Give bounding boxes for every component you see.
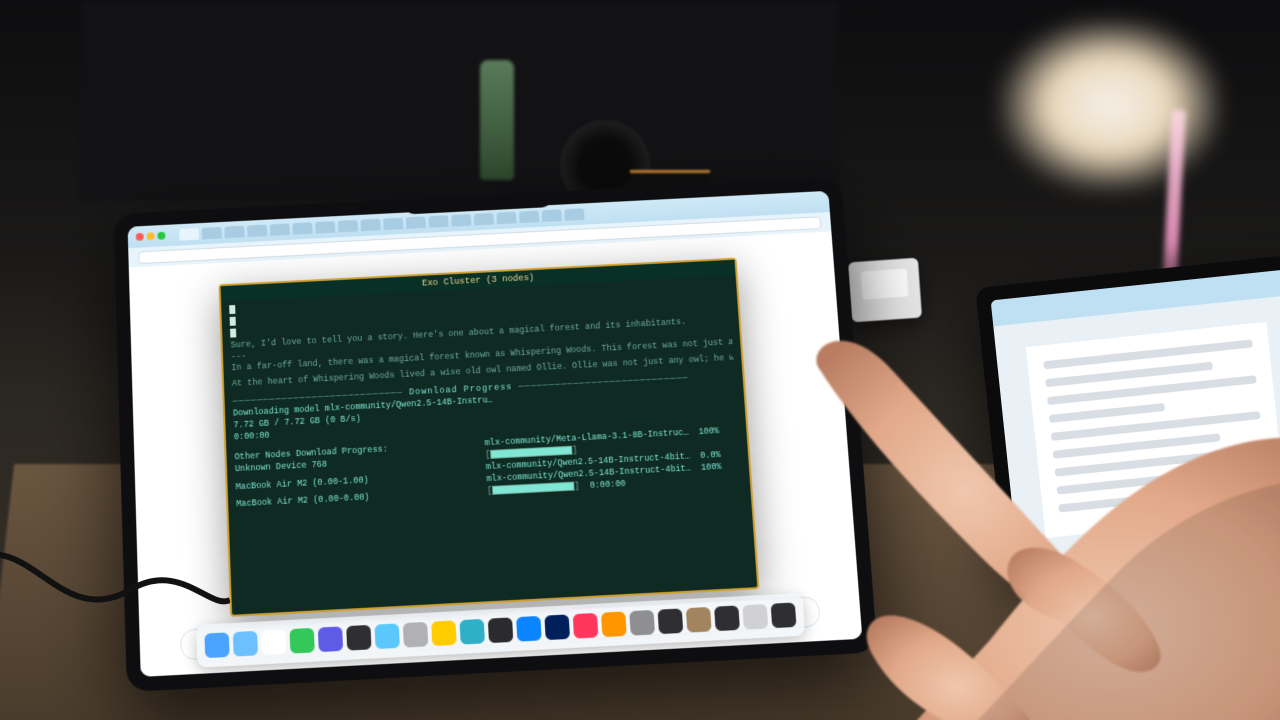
shelf xyxy=(80,0,840,200)
browser-tab[interactable] xyxy=(292,222,312,235)
terminal-title: Exo Cluster (3 nodes) xyxy=(422,273,535,289)
cable xyxy=(0,520,230,640)
dock-app-icon[interactable] xyxy=(686,607,712,633)
tablet-tabbar xyxy=(991,269,1280,326)
doc-line xyxy=(1056,475,1172,495)
dock-app-icon[interactable] xyxy=(658,608,684,634)
secondary-tablet xyxy=(975,254,1280,587)
browser-tab[interactable] xyxy=(360,219,380,232)
dock-app-icon[interactable] xyxy=(771,602,797,628)
browser-tab[interactable] xyxy=(406,216,426,229)
dock-app-icon[interactable] xyxy=(459,619,485,645)
terminal-body[interactable]: Sure, I'd love to tell you a story. Here… xyxy=(229,280,748,607)
browser-tab[interactable] xyxy=(202,227,222,240)
traffic-min-icon[interactable] xyxy=(147,232,155,240)
browser-tab[interactable] xyxy=(383,218,403,231)
browser-tab[interactable] xyxy=(519,211,539,224)
dock-app-icon[interactable] xyxy=(516,616,542,642)
browser-tab[interactable] xyxy=(496,212,516,225)
dock-app-icon[interactable] xyxy=(403,622,428,648)
browser-tab[interactable] xyxy=(451,214,471,227)
traffic-close-icon[interactable] xyxy=(136,233,144,241)
dock-app-icon[interactable] xyxy=(714,605,740,631)
browser-tab[interactable] xyxy=(338,220,358,233)
dock-app-icon[interactable] xyxy=(261,629,286,655)
dock-app-icon[interactable] xyxy=(346,625,371,651)
browser-tab[interactable] xyxy=(542,209,562,222)
doc-line xyxy=(1043,339,1253,369)
browser-tab[interactable] xyxy=(474,213,494,226)
white-device xyxy=(848,258,922,323)
dock-app-icon[interactable] xyxy=(573,613,599,639)
dock-app-icon[interactable] xyxy=(318,626,343,652)
dock-app-icon[interactable] xyxy=(742,604,768,630)
laptop-display: Exo Cluster (3 nodes) Sure, I'd love to … xyxy=(128,191,863,677)
spray-bottle xyxy=(480,60,514,180)
terminal-window[interactable]: Exo Cluster (3 nodes) Sure, I'd love to … xyxy=(219,258,760,617)
dock-app-icon[interactable] xyxy=(488,617,514,643)
dock-app-icon[interactable] xyxy=(601,611,627,637)
dock-app-icon[interactable] xyxy=(233,631,258,657)
dock-app-icon[interactable] xyxy=(629,610,655,636)
doc-line xyxy=(1049,403,1165,423)
photo-scene: Exo Cluster (3 nodes) Sure, I'd love to … xyxy=(0,0,1280,720)
dock-app-icon[interactable] xyxy=(289,628,314,654)
traffic-max-icon[interactable] xyxy=(157,232,165,240)
browser-tab[interactable] xyxy=(270,223,290,236)
tablet-document xyxy=(1026,322,1280,538)
softbox-light xyxy=(1000,20,1220,190)
browser-tab[interactable] xyxy=(224,226,244,239)
browser-tab[interactable] xyxy=(247,225,267,238)
dock-app-icon[interactable] xyxy=(431,620,456,646)
browser-tab[interactable] xyxy=(315,221,335,234)
browser-tab[interactable] xyxy=(428,215,448,228)
dock-app-icon[interactable] xyxy=(374,623,399,649)
browser-tab[interactable] xyxy=(564,208,584,221)
dock-app-icon[interactable] xyxy=(544,614,570,640)
tablet-screen xyxy=(991,269,1280,571)
browser-tab[interactable] xyxy=(179,228,199,241)
